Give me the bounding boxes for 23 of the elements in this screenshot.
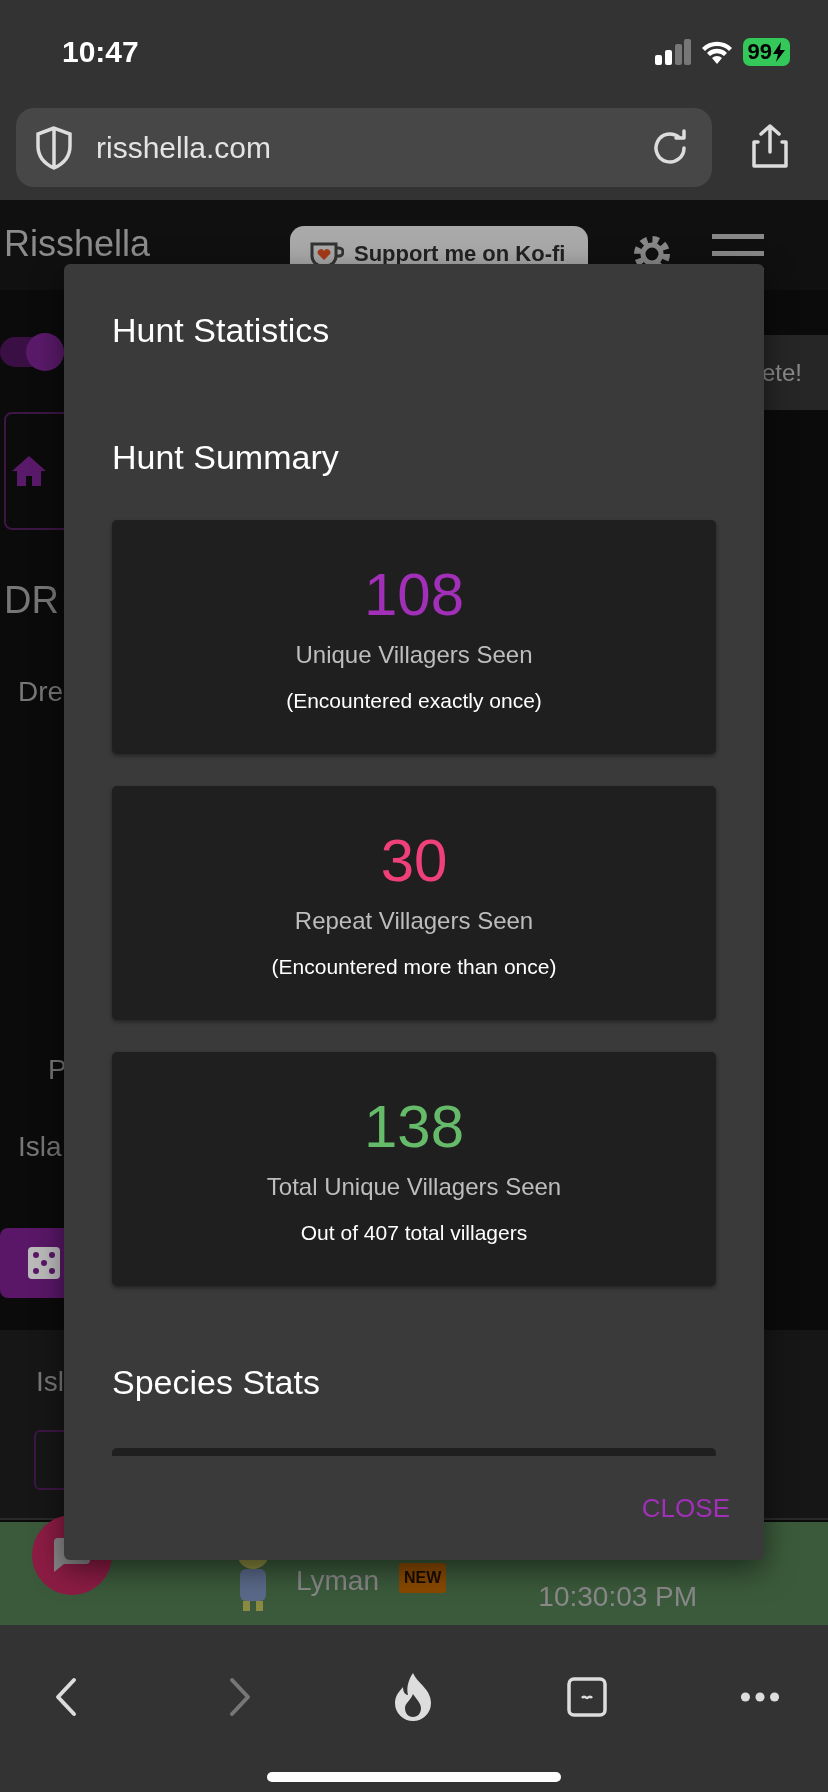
field-label: P <box>48 1053 67 1087</box>
field-label: Dre <box>18 675 64 709</box>
stat-label: Unique Villagers Seen <box>295 640 533 670</box>
section-heading: Species Stats <box>112 1362 321 1402</box>
stat-value: 108 <box>363 562 465 628</box>
stat-note: (Encountered more than once) <box>271 954 557 980</box>
new-badge: NEW <box>399 1563 447 1593</box>
section-heading: DR <box>4 578 59 623</box>
stat-note: (Encountered exactly once) <box>286 688 542 714</box>
field-label: Isla <box>18 1130 62 1164</box>
encounter-time: 10:30:03 PM <box>538 1581 698 1613</box>
stat-value: 138 <box>363 1094 465 1160</box>
stat-note: Out of 407 total villagers <box>300 1220 528 1246</box>
stat-label: Repeat Villagers Seen <box>294 906 534 936</box>
stat-label: Total Unique Villagers Seen <box>266 1172 562 1202</box>
battery-indicator: 99 <box>742 38 790 66</box>
site-title: Risshella <box>4 224 152 264</box>
clock-time: 10:47 <box>62 35 140 69</box>
card-label: Isl <box>36 1365 64 1399</box>
villager-name: Lyman <box>296 1565 379 1597</box>
stat-value: 30 <box>380 828 448 894</box>
section-heading: Hunt Summary <box>112 437 340 477</box>
dialog-title: Hunt Statistics <box>111 310 331 351</box>
